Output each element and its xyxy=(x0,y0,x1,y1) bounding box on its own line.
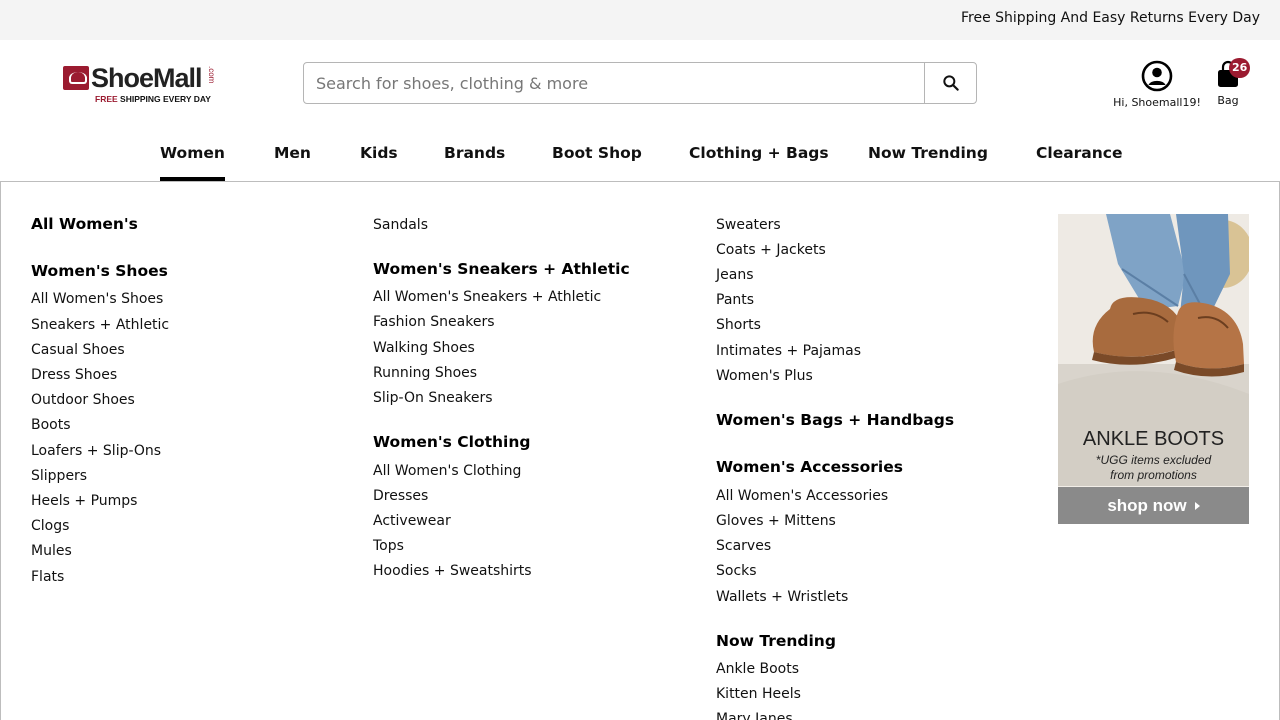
menu-link[interactable]: Mary Janes xyxy=(716,711,793,720)
menu-link[interactable]: Sneakers + Athletic xyxy=(31,317,169,333)
menu-link[interactable]: Casual Shoes xyxy=(31,342,125,358)
logo-suffix: .com xyxy=(207,66,216,84)
menu-link[interactable]: Dress Shoes xyxy=(31,367,117,383)
nav-item-kids[interactable]: Kids xyxy=(360,144,398,181)
logo-tagline-rest: SHIPPING EVERY DAY xyxy=(117,94,211,104)
shop-now-button[interactable]: shop now xyxy=(1058,487,1249,524)
menu-link[interactable]: Gloves + Mittens xyxy=(716,513,836,529)
site-header: ShoeMall .com FREE SHIPPING EVERY DAY Hi… xyxy=(0,40,1280,130)
menu-link[interactable]: All Women's Accessories xyxy=(716,488,888,504)
search-input[interactable] xyxy=(304,63,926,103)
menu-link[interactable]: Flats xyxy=(31,569,64,585)
account-greeting: Hi, Shoemall19! xyxy=(1113,96,1201,109)
promo-note: *UGG items excluded from promotions xyxy=(1058,453,1249,483)
menu-link[interactable]: Sweaters xyxy=(716,217,781,233)
nav-item-now-trending[interactable]: Now Trending xyxy=(868,144,988,181)
menu-link-all-womens[interactable]: All Women's xyxy=(31,215,138,233)
shop-now-label: shop now xyxy=(1107,495,1187,515)
menu-header-womens-accessories[interactable]: Women's Accessories xyxy=(716,458,903,476)
menu-link[interactable]: Heels + Pumps xyxy=(31,493,137,509)
menu-header-womens-shoes[interactable]: Women's Shoes xyxy=(31,262,168,280)
search-bar xyxy=(303,62,977,104)
top-promo-bar: Free Shipping And Easy Returns Every Day xyxy=(0,0,1280,40)
free-shipping-message: Free Shipping And Easy Returns Every Day xyxy=(960,10,1260,26)
nav-item-women[interactable]: Women xyxy=(160,144,225,181)
menu-link[interactable]: Sandals xyxy=(373,217,428,233)
search-icon xyxy=(942,75,959,91)
menu-header-womens-sneakers[interactable]: Women's Sneakers + Athletic xyxy=(373,260,630,278)
shoemall-logo-mark-icon xyxy=(63,66,89,90)
promo-note-line1: *UGG items excluded xyxy=(1095,453,1212,467)
nav-item-clearance[interactable]: Clearance xyxy=(1036,144,1123,181)
menu-link[interactable]: Activewear xyxy=(373,513,451,529)
menu-link[interactable]: Jeans xyxy=(716,267,754,283)
menu-link[interactable]: Kitten Heels xyxy=(716,686,801,702)
site-logo[interactable]: ShoeMall .com FREE SHIPPING EVERY DAY xyxy=(63,63,221,108)
menu-link[interactable]: Outdoor Shoes xyxy=(31,392,135,408)
promo-note-line2: from promotions xyxy=(1110,468,1197,482)
menu-link[interactable]: Slippers xyxy=(31,468,87,484)
ankle-boots-promo-banner[interactable]: ANKLE BOOTS *UGG items excluded from prom… xyxy=(1058,214,1249,524)
logo-tagline: FREE SHIPPING EVERY DAY xyxy=(95,94,211,104)
nav-item-clothing-bags[interactable]: Clothing + Bags xyxy=(689,144,829,181)
main-navigation: Women Men Kids Brands Boot Shop Clothing… xyxy=(0,130,1280,182)
menu-link[interactable]: Wallets + Wristlets xyxy=(716,589,848,605)
menu-header-now-trending[interactable]: Now Trending xyxy=(716,632,836,650)
search-button[interactable] xyxy=(924,63,976,103)
promo-title: ANKLE BOOTS xyxy=(1082,428,1225,450)
menu-link[interactable]: Coats + Jackets xyxy=(716,242,826,258)
menu-link[interactable]: Dresses xyxy=(373,488,428,504)
menu-link[interactable]: Slip-On Sneakers xyxy=(373,390,493,406)
menu-link[interactable]: Loafers + Slip-Ons xyxy=(31,443,161,459)
menu-link[interactable]: Ankle Boots xyxy=(716,661,799,677)
menu-link[interactable]: Boots xyxy=(31,417,71,433)
nav-item-brands[interactable]: Brands xyxy=(444,144,505,181)
caret-right-icon xyxy=(1194,501,1200,510)
menu-link[interactable]: Walking Shoes xyxy=(373,340,475,356)
account-circle-icon xyxy=(1141,60,1173,92)
bag-count-badge: 26 xyxy=(1229,58,1251,78)
menu-link[interactable]: Hoodies + Sweatshirts xyxy=(373,563,532,579)
menu-link[interactable]: Running Shoes xyxy=(373,365,477,381)
menu-link[interactable]: Scarves xyxy=(716,538,771,554)
menu-link[interactable]: Tops xyxy=(373,538,404,554)
logo-wordmark: ShoeMall xyxy=(91,63,203,93)
menu-link[interactable]: Socks xyxy=(716,563,757,579)
menu-link[interactable]: Fashion Sneakers xyxy=(373,314,495,330)
account-button[interactable]: Hi, Shoemall19! xyxy=(1108,60,1206,112)
menu-link[interactable]: Mules xyxy=(31,543,72,559)
menu-header-womens-clothing[interactable]: Women's Clothing xyxy=(373,433,530,451)
menu-link[interactable]: Intimates + Pajamas xyxy=(716,343,861,359)
menu-link[interactable]: Clogs xyxy=(31,518,69,534)
menu-header-womens-bags[interactable]: Women's Bags + Handbags xyxy=(716,411,954,429)
menu-link[interactable]: All Women's Clothing xyxy=(373,463,521,479)
shopping-bag-button[interactable]: 26 Bag xyxy=(1208,58,1251,112)
menu-link[interactable]: All Women's Sneakers + Athletic xyxy=(373,289,601,305)
nav-item-men[interactable]: Men xyxy=(274,144,311,181)
menu-link[interactable]: Women's Plus xyxy=(716,368,813,384)
nav-item-boot-shop[interactable]: Boot Shop xyxy=(552,144,642,181)
logo-tagline-free: FREE xyxy=(95,94,118,104)
menu-link[interactable]: Shorts xyxy=(716,317,761,333)
bag-label: Bag xyxy=(1217,94,1239,107)
menu-link[interactable]: Pants xyxy=(716,292,754,308)
menu-link[interactable]: All Women's Shoes xyxy=(31,291,163,307)
